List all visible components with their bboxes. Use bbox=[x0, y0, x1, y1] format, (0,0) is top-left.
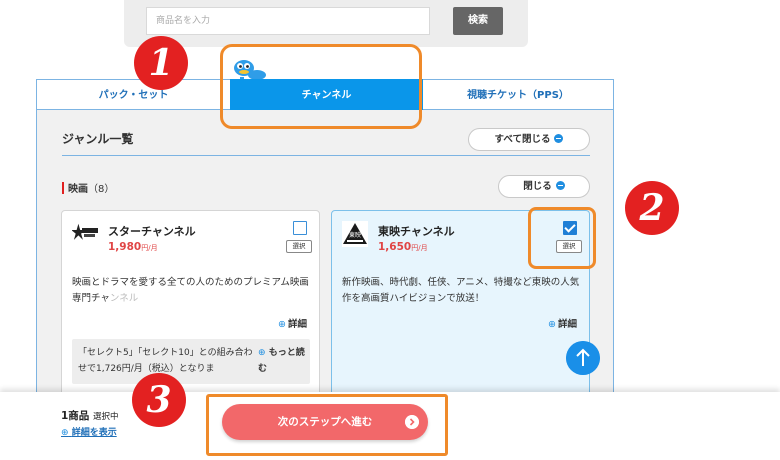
channel-description: 新作映画、時代劇、任侠、アニメ、特撮など東映の人気作を高画質ハイビジョンで放送！ bbox=[342, 277, 580, 304]
channel-description: 映画とドラマを愛する全ての人のためのプレミアム映画専門チャンネル bbox=[72, 277, 309, 304]
channel-price: 1,980円/月 bbox=[108, 241, 158, 253]
channel-name: 東映チャンネル bbox=[378, 225, 455, 238]
discount-note: 「セレクト5」「セレクト10」との組み合わせで1,726円/月（税込）となりま … bbox=[72, 339, 310, 384]
selected-count-suffix: 選択中 bbox=[92, 412, 119, 422]
read-more-link[interactable]: ⊕ もっと読む bbox=[258, 345, 308, 377]
step-badge-1: 1 bbox=[134, 36, 188, 90]
magnifier-icon: ⊕ bbox=[258, 348, 266, 358]
channel-card-star[interactable]: スターチャンネル 1,980円/月 選択 映画とドラマを愛する全ての人のためのプ… bbox=[61, 210, 320, 400]
category-name: 映画 bbox=[68, 184, 88, 195]
tab-pack-set[interactable]: パック・セット bbox=[36, 79, 230, 110]
step-badge-3: 3 bbox=[132, 373, 186, 427]
price-value: 1,650 bbox=[378, 241, 412, 253]
price-unit: 円/月 bbox=[411, 244, 428, 252]
detail-label: 詳細 bbox=[557, 319, 577, 330]
category-marker bbox=[62, 182, 64, 194]
detail-link[interactable]: ⊕ 詳細 bbox=[278, 316, 307, 330]
toei-channel-logo: 東映 bbox=[342, 221, 368, 247]
minus-icon bbox=[554, 134, 564, 143]
detail-link[interactable]: ⊕ 詳細 bbox=[548, 316, 577, 330]
close-category-label: 閉じる bbox=[523, 181, 552, 192]
magnifier-icon: ⊕ bbox=[61, 428, 69, 438]
close-category-button[interactable]: 閉じる bbox=[498, 175, 590, 198]
category-count: （8） bbox=[88, 184, 115, 195]
select-button[interactable]: 選択 bbox=[286, 240, 312, 253]
search-button[interactable]: 検索 bbox=[453, 7, 503, 35]
minus-icon bbox=[555, 181, 565, 190]
magnifier-icon: ⊕ bbox=[278, 319, 286, 330]
select-checkbox[interactable] bbox=[293, 221, 307, 235]
step-badge-2: 2 bbox=[625, 181, 679, 235]
svg-text:東映: 東映 bbox=[349, 231, 361, 239]
divider bbox=[62, 155, 590, 156]
show-detail-link[interactable]: ⊕ 詳細を表示 bbox=[61, 425, 117, 438]
selected-count-value: 1商品 bbox=[61, 410, 90, 422]
price-value: 1,980 bbox=[108, 241, 142, 253]
highlight-checkbox bbox=[528, 207, 596, 269]
detail-label: 詳細 bbox=[287, 319, 307, 330]
highlight-channel-tab bbox=[220, 44, 422, 129]
price-unit: 円/月 bbox=[141, 244, 158, 252]
search-area: 商品名を入力 検索 bbox=[124, 0, 528, 47]
scroll-top-button[interactable] bbox=[566, 341, 600, 375]
magnifier-icon: ⊕ bbox=[548, 319, 556, 330]
tab-pps[interactable]: 視聴チケット（PPS） bbox=[423, 79, 614, 110]
close-all-button[interactable]: すべて閉じる bbox=[468, 128, 590, 151]
highlight-next-button bbox=[206, 394, 448, 456]
star-channel-logo bbox=[72, 223, 98, 240]
discount-note-text: 「セレクト5」「セレクト10」との組み合わせで1,726円/月（税込）となりま bbox=[78, 348, 253, 374]
channel-name: スターチャンネル bbox=[108, 225, 196, 238]
show-detail-label: 詳細を表示 bbox=[71, 428, 117, 438]
genre-list-title: ジャンル一覧 bbox=[62, 132, 134, 146]
category-heading: 映画（8） bbox=[62, 180, 114, 195]
close-all-label: すべて閉じる bbox=[494, 134, 551, 145]
search-input[interactable]: 商品名を入力 bbox=[146, 7, 430, 35]
page: 商品名を入力 検索 パック・セット チャンネル 視聴チケット（PPS） ジャンル… bbox=[0, 0, 780, 460]
channel-price: 1,650円/月 bbox=[378, 241, 428, 253]
selected-count: 1商品 選択中 bbox=[61, 408, 118, 423]
